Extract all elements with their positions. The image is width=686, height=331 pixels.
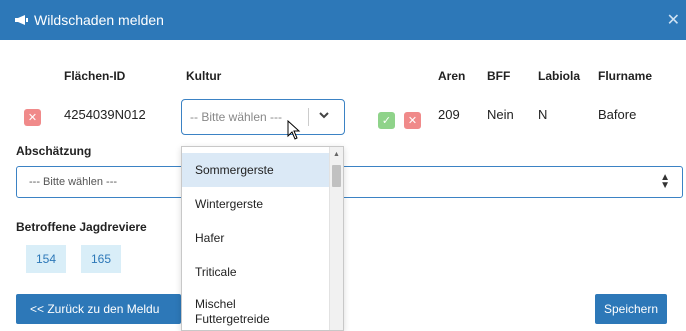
header-labiola: Labiola bbox=[538, 69, 581, 83]
kultur-dropdown-list[interactable]: Sommergerste Wintergerste Hafer Tritical… bbox=[181, 146, 344, 331]
header-flurname: Flurname bbox=[598, 69, 653, 83]
option-label-line2: Futtergetreide bbox=[195, 312, 270, 326]
dropdown-option[interactable]: Triticale bbox=[182, 255, 332, 289]
header-kultur: Kultur bbox=[186, 69, 222, 83]
header-aren: Aren bbox=[438, 69, 466, 83]
cancel-button[interactable]: ✕ bbox=[404, 112, 421, 129]
flurname-value: Bafore bbox=[598, 107, 637, 122]
option-label: Mischel bbox=[195, 297, 236, 311]
flaechen-id-value: 4254039N012 bbox=[64, 107, 146, 122]
dialog-title: Wildschaden melden bbox=[34, 12, 164, 28]
scrollbar-thumb[interactable] bbox=[332, 165, 341, 187]
chevron-down-icon[interactable] bbox=[318, 109, 330, 124]
dialog-titlebar: Wildschaden melden ✕ bbox=[0, 0, 686, 40]
abschaetzung-label: Abschätzung bbox=[16, 144, 92, 158]
header-flaechen-id: Flächen-ID bbox=[64, 69, 126, 83]
jagdreviere-label: Betroffene Jagdreviere bbox=[16, 220, 147, 234]
updown-arrows-icon: ▲ ▼ bbox=[660, 172, 670, 191]
jagdrevier-badge[interactable]: 165 bbox=[81, 245, 122, 273]
abschaetzung-placeholder: --- Bitte wählen --- bbox=[29, 176, 118, 188]
dropdown-option[interactable]: Mischel Futtergetreide bbox=[182, 297, 332, 330]
mouse-cursor-icon bbox=[287, 119, 301, 143]
dropdown-option[interactable]: Sommergerste bbox=[182, 153, 332, 187]
aren-value: 209 bbox=[438, 107, 460, 122]
header-bff: BFF bbox=[487, 69, 511, 83]
jagdrevier-badge[interactable]: 154 bbox=[26, 245, 67, 273]
back-button[interactable]: << Zurück zu den Meldu bbox=[16, 294, 181, 324]
close-icon[interactable]: ✕ bbox=[667, 10, 680, 30]
bff-value: Nein bbox=[487, 107, 514, 122]
select-separator bbox=[308, 108, 309, 126]
kultur-placeholder: -- Bitte wählen --- bbox=[190, 110, 283, 124]
dropdown-option[interactable]: Wintergerste bbox=[182, 187, 332, 221]
kultur-select[interactable]: -- Bitte wählen --- bbox=[181, 99, 345, 135]
confirm-button[interactable]: ✓ bbox=[378, 112, 395, 129]
labiola-value: N bbox=[538, 107, 548, 122]
dropdown-option[interactable]: Hafer bbox=[182, 221, 332, 255]
dropdown-scrollbar[interactable]: ▲ bbox=[329, 147, 343, 330]
abschaetzung-select[interactable]: --- Bitte wählen --- ▲ ▼ bbox=[16, 166, 683, 198]
save-button[interactable]: Speichern bbox=[595, 294, 667, 324]
remove-row-button[interactable]: ✕ bbox=[24, 109, 41, 126]
megaphone-icon bbox=[14, 14, 28, 26]
scroll-up-icon[interactable]: ▲ bbox=[333, 151, 340, 158]
